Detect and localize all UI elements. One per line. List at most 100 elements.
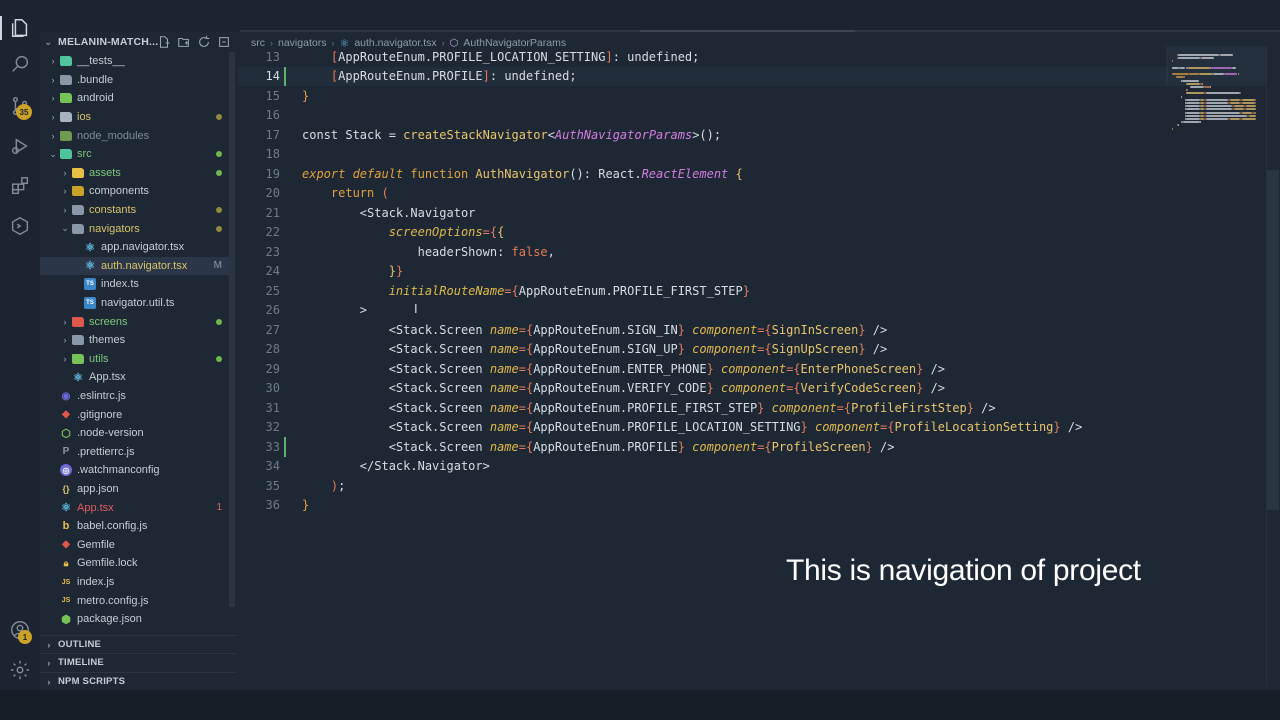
explorer-icon[interactable]	[6, 14, 34, 42]
code-line[interactable]: 33 <Stack.Screen name={AppRouteEnum.PROF…	[238, 437, 1168, 457]
code-line[interactable]: 23 headerShown: false,	[238, 242, 1168, 262]
code-token: ={	[757, 439, 772, 454]
tree-item[interactable]: ⚛ app.navigator.tsx	[40, 238, 230, 257]
sidebar-scrollbar[interactable]	[229, 52, 235, 607]
editor-area[interactable]: src › navigators › ⚛ auth.navigator.tsx …	[238, 32, 1280, 690]
source-control-badge: 35	[16, 104, 32, 120]
tree-item[interactable]: ⬡ .node-version	[40, 424, 230, 443]
remote-explorer-icon[interactable]	[6, 212, 34, 240]
tree-item[interactable]: ◆ Gemfile	[40, 536, 230, 555]
tree-item[interactable]: ⚛ App.tsx 1	[40, 498, 230, 517]
code-line[interactable]: 18	[238, 145, 1168, 165]
collapse-all-icon[interactable]	[217, 35, 231, 49]
tree-item-label: navigators	[89, 222, 140, 235]
code-token: name	[489, 342, 519, 357]
tree-item[interactable]: › android	[40, 89, 230, 108]
code-token: ProfileLocationSetting	[894, 420, 1054, 435]
tree-item[interactable]: JS index.js	[40, 573, 230, 592]
tree-item[interactable]: › __tests__	[40, 52, 230, 71]
tree-item[interactable]: › themes	[40, 331, 230, 350]
line-number: 13	[265, 49, 280, 64]
chevron-right-icon: ›	[63, 335, 67, 346]
settings-gear-icon[interactable]	[6, 656, 34, 684]
run-debug-icon[interactable]	[6, 132, 34, 160]
tree-item[interactable]: › utils	[40, 350, 230, 369]
code-line[interactable]: 15}	[238, 86, 1168, 106]
tree-item[interactable]: P .prettierrc.js	[40, 443, 230, 462]
code-line[interactable]: 17 const Stack = createStackNavigator<Aut…	[238, 125, 1168, 145]
code-line[interactable]: 25 initialRouteName={AppRouteEnum.PROFIL…	[238, 281, 1168, 301]
code-token: Stack.Screen	[395, 322, 490, 337]
code-text: initialRouteName={AppRouteEnum.PROFILE_F…	[302, 284, 750, 298]
new-folder-icon[interactable]	[177, 35, 191, 49]
minimap-line	[1232, 66, 1237, 69]
tree-item-label: App.tsx	[89, 371, 126, 384]
git-modified-gutter[interactable]	[284, 66, 286, 86]
code-token: name	[489, 361, 519, 376]
new-file-icon[interactable]	[157, 35, 171, 49]
node-icon: ⬡	[61, 427, 71, 440]
code-token: ={	[786, 381, 801, 396]
tree-item[interactable]: › node_modules	[40, 126, 230, 145]
tree-item-label: screens	[89, 315, 128, 328]
code-line[interactable]: 16	[238, 106, 1168, 126]
npm-scripts-panel[interactable]: › NPM SCRIPTS	[40, 672, 237, 690]
code-line[interactable]: 32 <Stack.Screen name={AppRouteEnum.PROF…	[238, 418, 1168, 438]
outline-panel[interactable]: › OUTLINE	[40, 635, 237, 653]
editor-scrollbar[interactable]	[1267, 170, 1279, 510]
tree-item[interactable]: › screens	[40, 312, 230, 331]
extensions-icon[interactable]	[6, 172, 34, 200]
react-file-icon: ⚛	[73, 371, 83, 384]
line-number: 25	[265, 283, 280, 298]
code-line[interactable]: 24 }}	[238, 262, 1168, 282]
search-icon[interactable]	[6, 50, 34, 78]
code-line[interactable]: 35 );	[238, 476, 1168, 496]
code-token: ={	[836, 400, 852, 415]
tree-item[interactable]: TS navigator.util.ts	[40, 294, 230, 313]
code-line[interactable]: 29 <Stack.Screen name={AppRouteEnum.ENTE…	[238, 359, 1168, 379]
minimap-line	[1199, 73, 1213, 76]
code-line[interactable]: 36}	[238, 496, 1168, 516]
minimap[interactable]	[1166, 46, 1266, 146]
code-line[interactable]: 27 <Stack.Screen name={AppRouteEnum.SIGN…	[238, 320, 1168, 340]
code-line[interactable]: 19 export default function AuthNavigator(…	[238, 164, 1168, 184]
code-token: component	[721, 361, 787, 376]
code-line[interactable]: 26 >	[238, 301, 1168, 321]
minimap-line	[1206, 105, 1233, 108]
code-line[interactable]: 13 [AppRouteEnum.PROFILE_LOCATION_SETTIN…	[238, 47, 1168, 67]
code-line[interactable]: 21 <Stack.Navigator	[238, 203, 1168, 223]
tree-item[interactable]: › constants	[40, 201, 230, 220]
tree-item[interactable]: ◎ .watchmanconfig	[40, 461, 230, 480]
tree-item[interactable]: ⌄ navigators	[40, 219, 230, 238]
tree-item[interactable]: TS index.ts	[40, 275, 230, 294]
line-number: 23	[265, 244, 280, 259]
tree-item[interactable]: ⌄ src	[40, 145, 230, 164]
tree-item[interactable]: 🔒︎ Gemfile.lock	[40, 554, 230, 573]
tree-item[interactable]: ◉ .eslintrc.js	[40, 387, 230, 406]
git-modified-gutter[interactable]	[284, 437, 286, 457]
code-line[interactable]: 22 screenOptions={{	[238, 223, 1168, 243]
tree-item[interactable]: › ios	[40, 108, 230, 127]
code-line[interactable]: 34 </Stack.Navigator>	[238, 457, 1168, 477]
tree-item[interactable]: ⚛ App.tsx	[40, 368, 230, 387]
tree-item[interactable]: JS metro.config.js	[40, 591, 230, 610]
tree-item[interactable]: {} app.json	[40, 480, 230, 499]
code-line[interactable]: 30 <Stack.Screen name={AppRouteEnum.VERI…	[238, 379, 1168, 399]
code-line[interactable]: 28 <Stack.Screen name={AppRouteEnum.SIGN…	[238, 340, 1168, 360]
tree-item[interactable]: › components	[40, 182, 230, 201]
minimap-line	[1234, 105, 1245, 108]
tree-item[interactable]: › assets	[40, 164, 230, 183]
tree-item[interactable]: › .bundle	[40, 71, 230, 90]
tree-item[interactable]: ⬢ package.json	[40, 610, 230, 629]
code-line[interactable]: 14 [AppRouteEnum.PROFILE]: undefined;	[238, 66, 1168, 86]
code-line[interactable]: 20 return (	[238, 184, 1168, 204]
tree-item-label: navigator.util.ts	[101, 297, 175, 310]
folder-icon	[72, 353, 84, 364]
tree-item[interactable]: ◆ .gitignore	[40, 405, 230, 424]
timeline-panel[interactable]: › TIMELINE	[40, 653, 237, 671]
tree-item[interactable]: b babel.config.js	[40, 517, 230, 536]
code-line[interactable]: 31 <Stack.Screen name={AppRouteEnum.PROF…	[238, 398, 1168, 418]
refresh-icon[interactable]	[197, 35, 211, 49]
tree-item[interactable]: ⚛ auth.navigator.tsx M	[40, 256, 230, 276]
git-status-dot	[216, 355, 222, 362]
